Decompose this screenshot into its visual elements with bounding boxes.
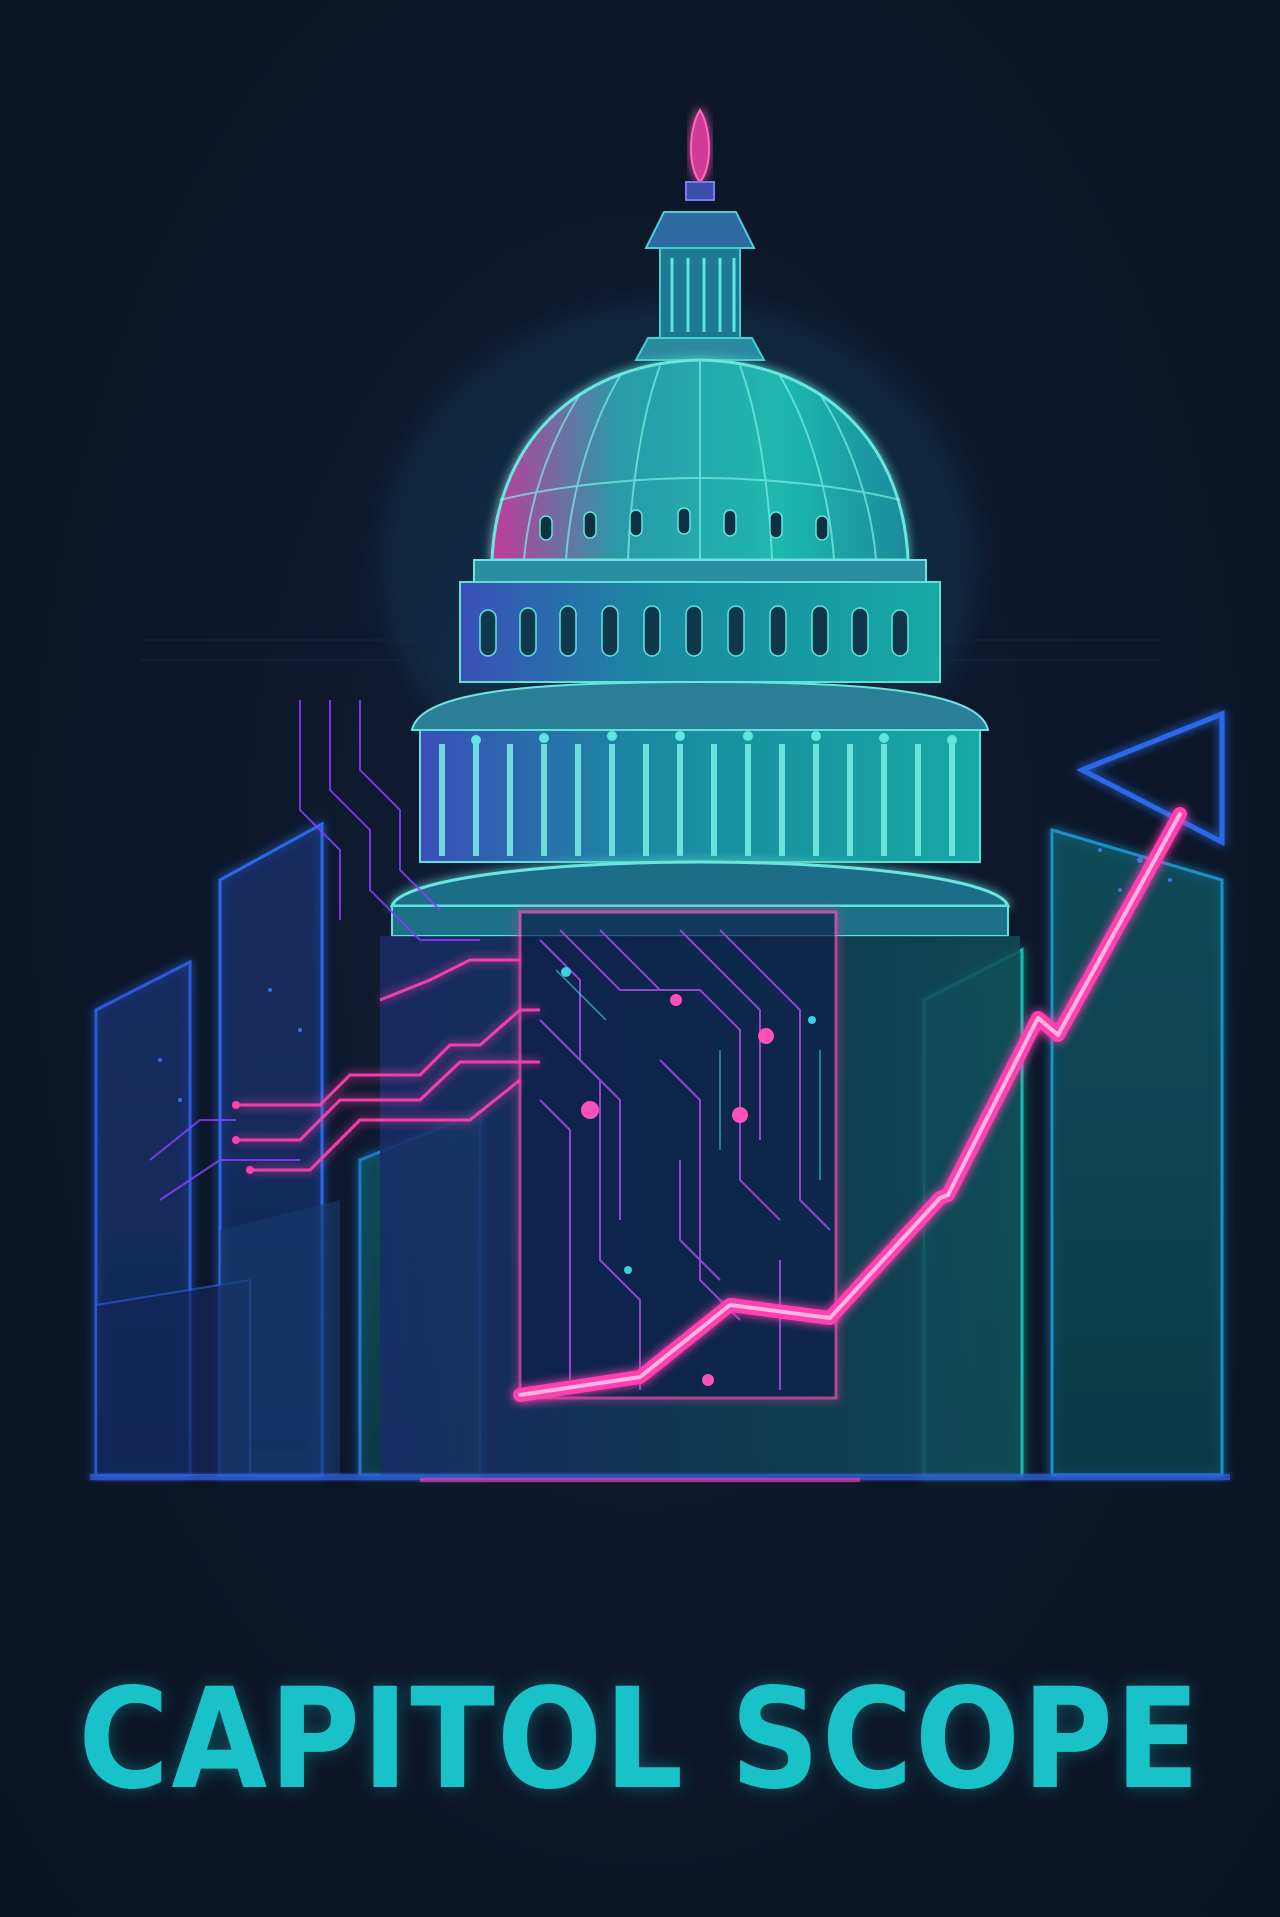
poster: CAPITOL SCOPE xyxy=(0,0,1280,1917)
bar-5 xyxy=(1050,827,1224,1477)
poster-title: CAPITOL SCOPE xyxy=(78,1659,1202,1821)
poster-illustration xyxy=(90,70,1230,1482)
